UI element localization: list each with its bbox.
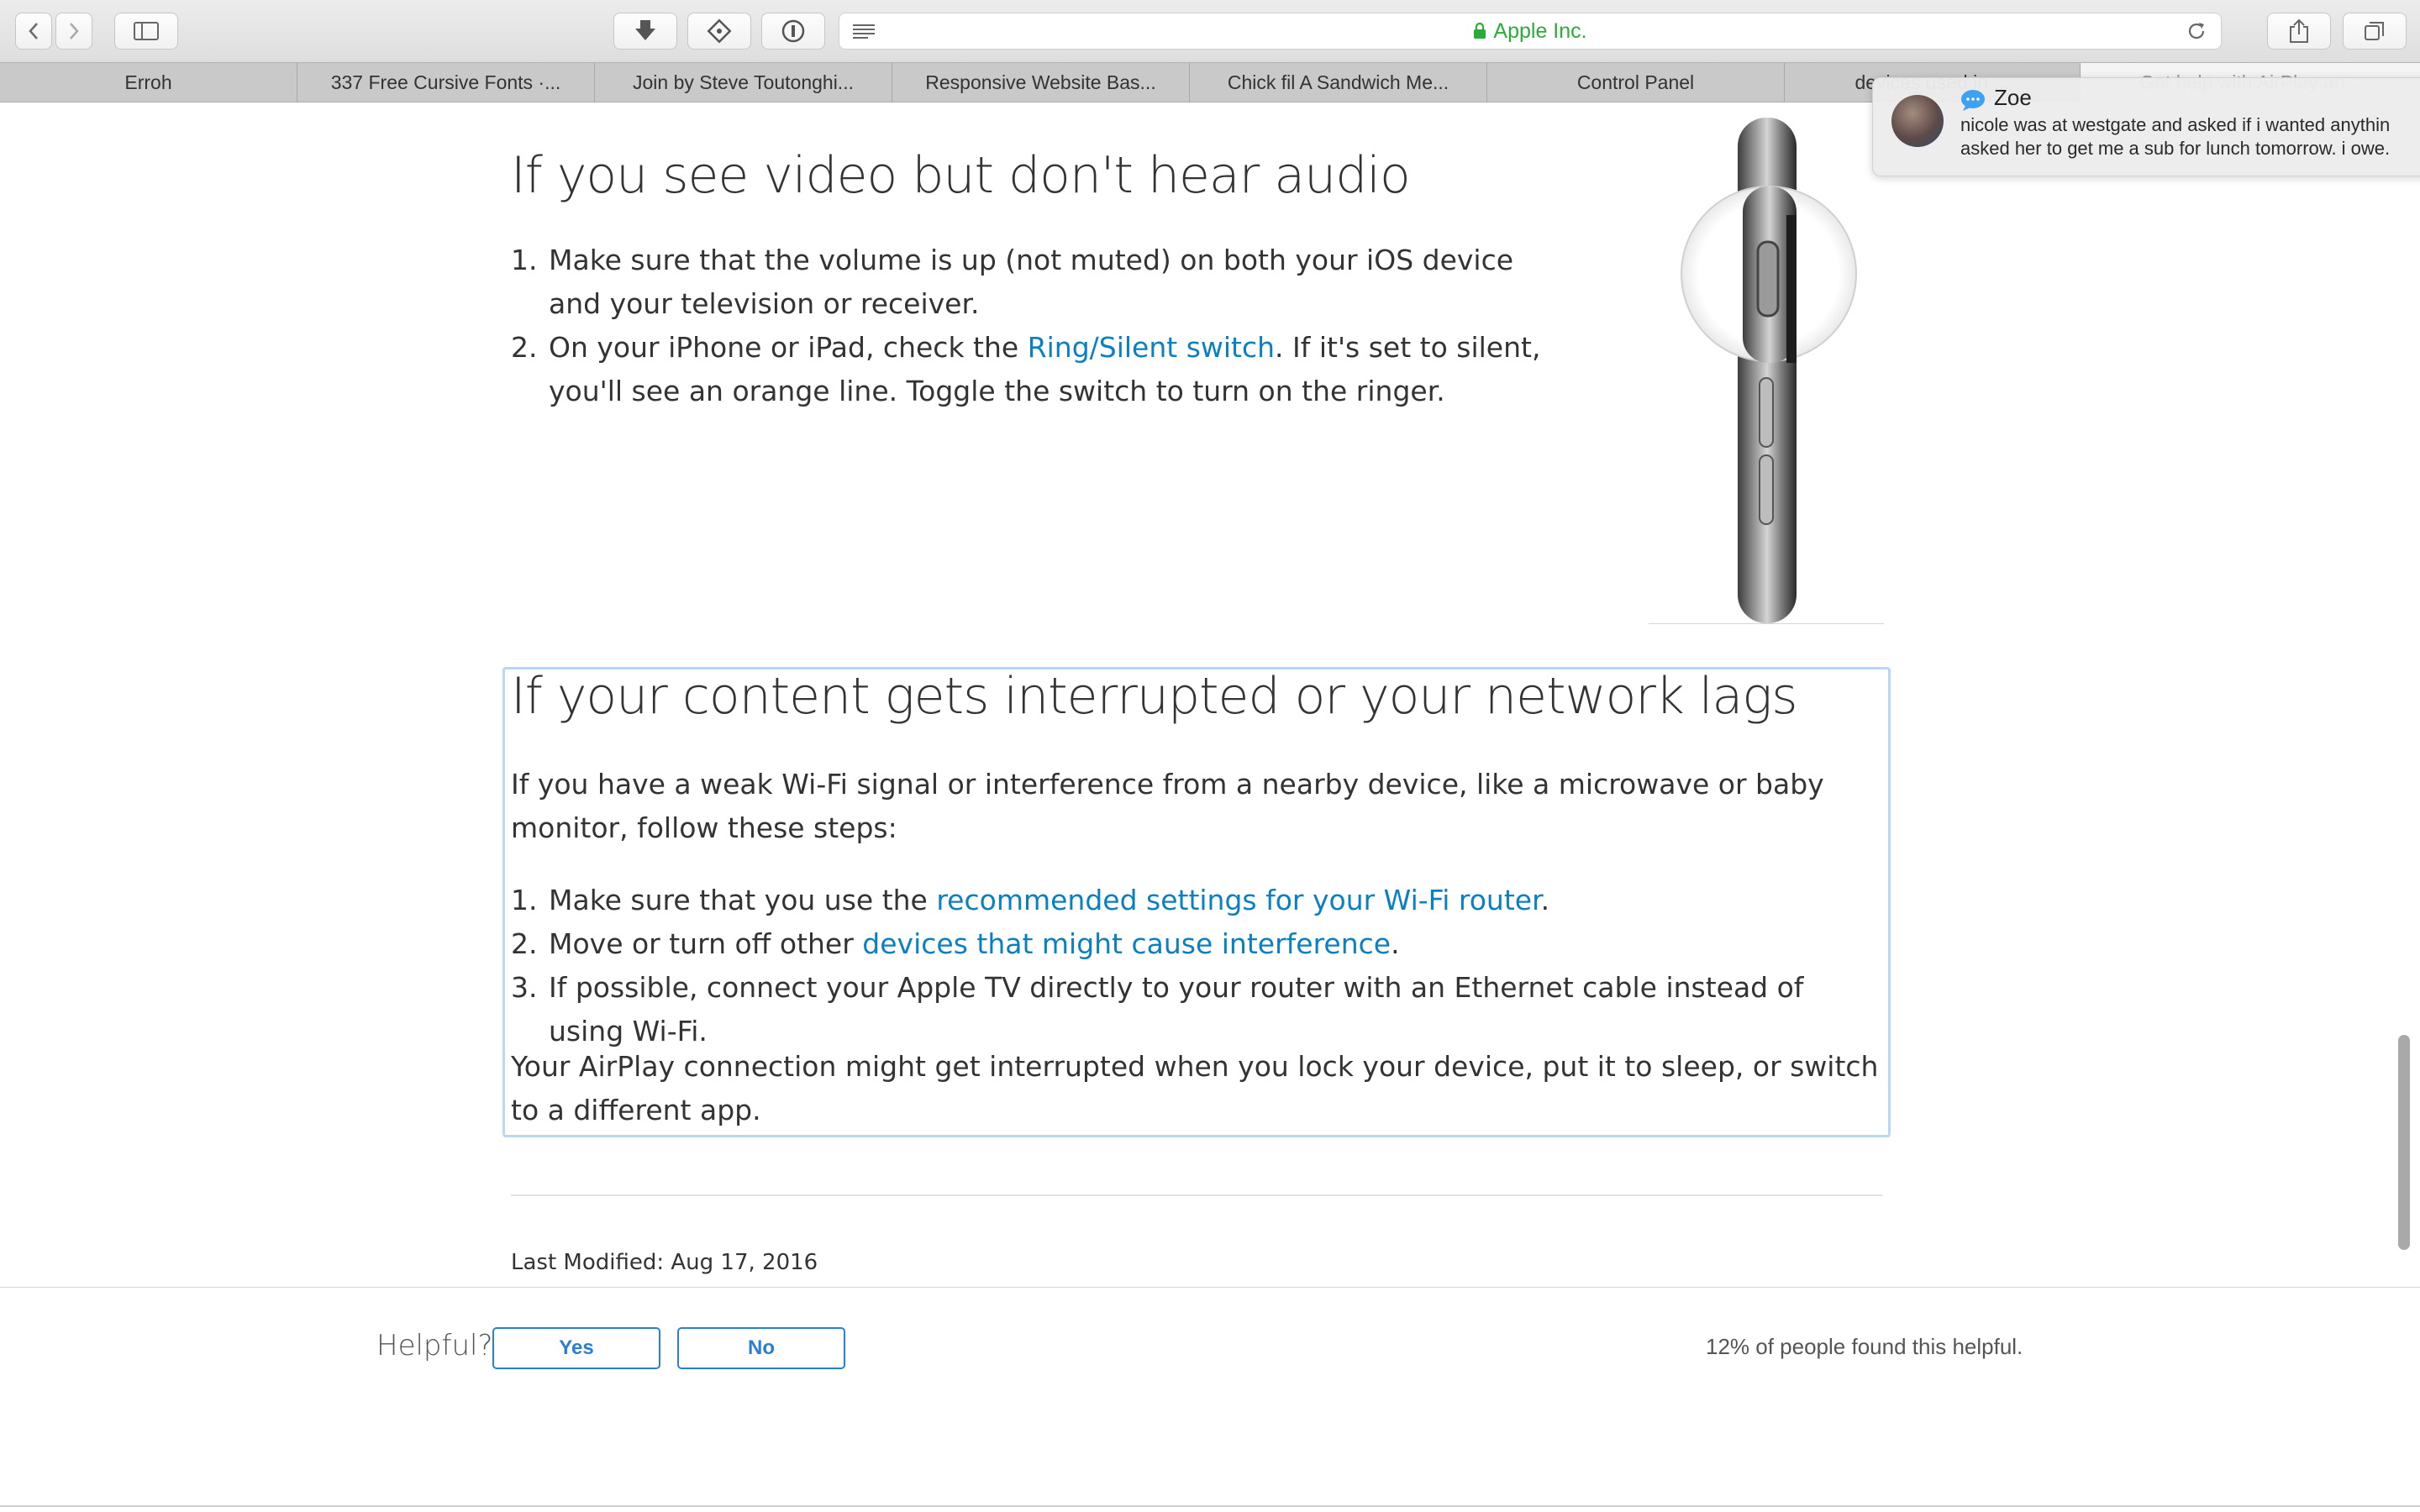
interference-devices-link[interactable]: devices that might cause interference <box>862 927 1391 960</box>
page-scrollbar[interactable] <box>2398 1035 2410 1250</box>
tab-label: Control Panel <box>1576 71 1695 93</box>
tab-responsive-website[interactable]: Responsive Website Bas... <box>892 63 1190 102</box>
password-icon <box>781 19 805 43</box>
step-text-after: . <box>1540 884 1550 916</box>
back-icon <box>29 23 38 39</box>
step-number: 2. <box>511 927 538 960</box>
heading-audio: If you see video but don't hear audio <box>511 146 1411 205</box>
extension-icon <box>707 18 732 44</box>
list-item: 1. Make sure that the volume is up (not … <box>511 239 1553 326</box>
downloads-icon <box>635 20 655 40</box>
address-host: Apple Inc. <box>1473 18 1587 44</box>
tab-label: Chick fil A Sandwich Me... <box>1227 71 1449 93</box>
step-text: Make sure that the volume is up (not mut… <box>549 244 1514 320</box>
step-number: 1. <box>511 884 538 916</box>
tab-label: 337 Free Cursive Fonts ·... <box>330 71 561 93</box>
illustration-divider <box>1649 623 1884 624</box>
reader-button[interactable] <box>851 21 876 45</box>
tab-cursive-fonts[interactable]: 337 Free Cursive Fonts ·... <box>297 63 595 102</box>
password-button[interactable] <box>761 13 825 50</box>
list-item: 1. Make sure that you use the recommende… <box>511 879 1881 922</box>
share-icon <box>2290 18 2308 43</box>
iphone-ring-switch-illustration <box>1649 118 1884 623</box>
lock-icon <box>1474 23 1486 39</box>
tabs-overview-button[interactable] <box>2343 13 2407 50</box>
list-item: 2. Move or turn off other devices that m… <box>511 922 1881 966</box>
tab-label: Responsive Website Bas... <box>925 71 1156 93</box>
network-intro: If you have a weak Wi-Fi signal or inter… <box>511 768 1824 844</box>
extension-button[interactable] <box>687 13 751 50</box>
tabs-icon <box>2365 22 2384 40</box>
network-outro: Your AirPlay connection might get interr… <box>511 1050 1879 1126</box>
forward-button[interactable] <box>55 13 92 50</box>
step-number: 3. <box>511 971 538 1004</box>
forward-icon <box>70 23 79 39</box>
address-host-label: Apple Inc. <box>1493 18 1587 43</box>
helpful-label: Helpful? <box>376 1329 493 1362</box>
ring-silent-switch-link[interactable]: Ring/Silent switch <box>1028 331 1275 364</box>
downloads-button[interactable] <box>613 13 677 50</box>
reader-icon <box>853 24 875 39</box>
wifi-router-settings-link[interactable]: recommended settings for your Wi-Fi rout… <box>936 884 1540 916</box>
reload-button[interactable] <box>2186 20 2207 45</box>
feedback-bar <box>0 1287 2420 1410</box>
step-text: If possible, connect your Apple TV direc… <box>549 971 1804 1047</box>
tab-steve-toutonghi[interactable]: Join by Steve Toutonghi... <box>595 63 892 102</box>
network-steps-list: 1. Make sure that you use the recommende… <box>511 879 1881 1053</box>
sidebar-button[interactable] <box>114 13 178 50</box>
heading-network: If your content gets interrupted or your… <box>511 667 1797 726</box>
step-text-before: Make sure that you use the <box>549 884 937 916</box>
no-button[interactable]: No <box>677 1327 845 1369</box>
list-item: 3. If possible, connect your Apple TV di… <box>511 966 1881 1053</box>
sidebar-icon <box>134 22 159 40</box>
step-text-before: Move or turn off other <box>549 927 863 960</box>
list-item: 2. On your iPhone or iPad, check the Rin… <box>511 326 1553 413</box>
step-text-after: . <box>1391 927 1400 960</box>
step-text-before: On your iPhone or iPad, check the <box>549 331 1028 364</box>
step-number: 2. <box>511 331 538 364</box>
browser-toolbar: Apple Inc. <box>0 0 2420 62</box>
step-number: 1. <box>511 244 538 276</box>
back-button[interactable] <box>15 13 52 50</box>
share-button[interactable] <box>2267 13 2331 50</box>
tab-erroh[interactable]: Erroh <box>0 63 297 102</box>
tab-chick-fil-a[interactable]: Chick fil A Sandwich Me... <box>1190 63 1487 102</box>
helpful-stat: 12% of people found this helpful. <box>1706 1334 2023 1359</box>
address-bar[interactable]: Apple Inc. <box>839 13 2222 50</box>
tab-label: Join by Steve Toutonghi... <box>633 71 854 93</box>
last-modified: Last Modified: Aug 17, 2016 <box>511 1250 818 1275</box>
yes-button[interactable]: Yes <box>492 1327 660 1369</box>
reload-icon <box>2188 23 2205 39</box>
bottom-divider <box>0 1505 2420 1507</box>
content-divider <box>511 1194 1882 1196</box>
tab-label: Erroh <box>124 71 172 93</box>
tab-control-panel[interactable]: Control Panel <box>1487 63 1785 102</box>
audio-steps-list: 1. Make sure that the volume is up (not … <box>511 239 1553 413</box>
